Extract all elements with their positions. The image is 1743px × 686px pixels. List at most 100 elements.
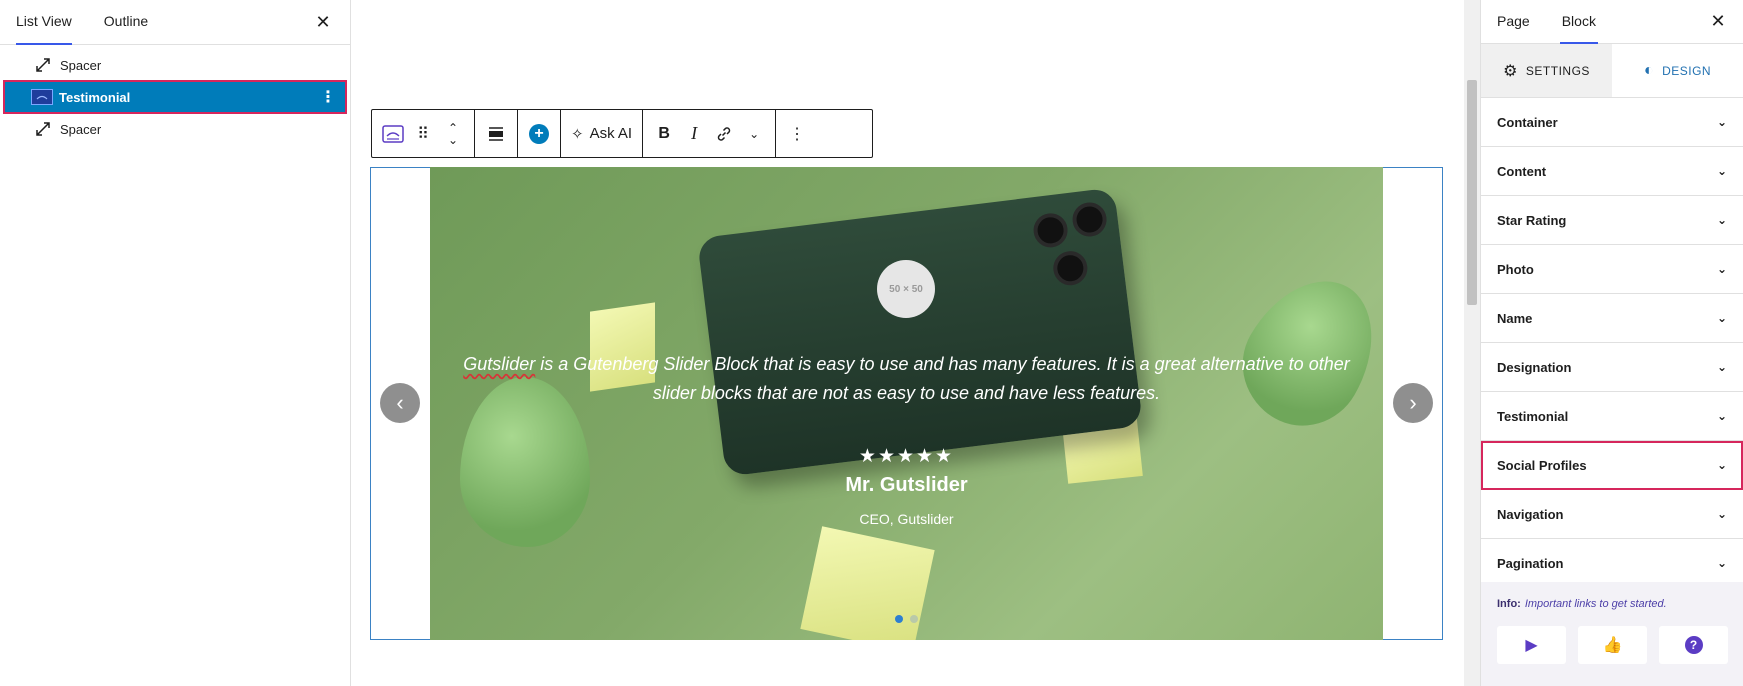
plus-icon: + <box>529 123 549 144</box>
scrollbar-thumb[interactable] <box>1467 80 1477 305</box>
panel-title: Name <box>1497 310 1533 326</box>
slider-pagination <box>430 615 1383 623</box>
tab-list-view[interactable]: List View <box>16 0 72 45</box>
panel-title: Photo <box>1497 261 1534 277</box>
quote-text: is a Gutenberg Slider Block that is easy… <box>535 354 1350 403</box>
more-options-icon[interactable]: ⋮ <box>320 87 336 107</box>
slider-block-icon <box>31 89 53 105</box>
slider-next-button[interactable]: › <box>1393 383 1433 423</box>
chevron-down-icon[interactable]: ⌄ <box>739 116 769 152</box>
panel-title: Container <box>1497 114 1558 130</box>
chevron-down-icon: ⌄ <box>1716 507 1727 521</box>
block-toolbar: ⠿ ⌃ ⌄ + ✧ Ask AI B I ⌄ ⋮ <box>371 109 873 158</box>
chevron-down-icon: ⌄ <box>1716 115 1727 129</box>
testimonial-designation[interactable]: CEO, Gutslider <box>430 511 1383 527</box>
video-tutorial-button[interactable]: ▶ <box>1497 626 1566 664</box>
sidebar-tabs: Page Block ✕ <box>1481 0 1743 44</box>
panel-title: Content <box>1497 163 1547 179</box>
background-decoration <box>1070 200 1109 239</box>
background-decoration <box>1051 249 1090 288</box>
canvas-scrollbar[interactable] <box>1464 0 1480 686</box>
sparkle-icon: ✧ <box>571 125 584 143</box>
panel-title: Star Rating <box>1497 212 1567 228</box>
testimonial-quote[interactable]: Gutslider is a Gutenberg Slider Block th… <box>450 350 1363 408</box>
thumbs-up-icon: 👍 <box>1602 637 1623 654</box>
toolbar-options-group: ⋮ <box>776 110 818 157</box>
panel-social-profiles[interactable]: Social Profiles ⌄ <box>1481 441 1743 490</box>
toolbar-insert-group: + <box>518 110 561 157</box>
tab-outline[interactable]: Outline <box>104 0 148 45</box>
info-box: Info: Important links to get started. ▶ 👍… <box>1481 582 1743 686</box>
help-button[interactable]: ? <box>1659 626 1728 664</box>
panel-name[interactable]: Name ⌄ <box>1481 294 1743 343</box>
list-item-label: Spacer <box>60 121 102 137</box>
background-decoration <box>1031 211 1070 250</box>
gear-icon: ⚙ <box>1503 62 1518 80</box>
move-up-down-icon[interactable]: ⌃ ⌄ <box>438 116 468 152</box>
chevron-down-icon: ⌄ <box>1716 164 1727 178</box>
toolbar-ai-group: ✧ Ask AI <box>561 110 644 157</box>
list-item-testimonial[interactable]: Testimonial ⋮ <box>3 80 347 114</box>
star-rating: ★★★★★ <box>858 446 955 467</box>
pagination-dot[interactable] <box>910 615 918 623</box>
tab-block[interactable]: Block <box>1559 0 1598 44</box>
rate-button[interactable]: 👍 <box>1578 626 1647 664</box>
link-icon[interactable] <box>709 116 739 152</box>
panel-title: Testimonial <box>1497 408 1569 424</box>
contrast-icon: ◐ <box>1643 61 1655 79</box>
resize-arrows-icon <box>34 120 52 138</box>
settings-tab-label: SETTINGS <box>1525 63 1590 78</box>
testimonial-slide: 50 × 50 Gutslider is a Gutenberg Slider … <box>430 167 1383 640</box>
list-item-label: Spacer <box>60 57 102 73</box>
resize-arrows-icon <box>34 56 52 74</box>
panel-testimonial[interactable]: Testimonial ⌄ <box>1481 392 1743 441</box>
italic-button[interactable]: I <box>679 116 709 152</box>
chevron-down-icon: ⌄ <box>1716 262 1727 276</box>
toolbar-format-group: B I ⌄ <box>643 110 777 157</box>
drag-handle-icon[interactable]: ⠿ <box>408 116 438 152</box>
question-icon: ? <box>1684 636 1703 654</box>
add-block-button[interactable]: + <box>524 116 554 152</box>
panel-container[interactable]: Container ⌄ <box>1481 98 1743 147</box>
info-text: Info: Important links to get started. <box>1497 598 1728 610</box>
panel-navigation[interactable]: Navigation ⌄ <box>1481 490 1743 539</box>
toolbar-block-group: ⠿ ⌃ ⌄ <box>372 110 475 157</box>
close-icon[interactable]: ✕ <box>1707 11 1729 32</box>
ask-ai-button[interactable]: ✧ Ask AI <box>567 116 636 152</box>
list-view-panel: List View Outline ✕ Spacer Testimonial ⋮… <box>0 0 351 686</box>
panel-star-rating[interactable]: Star Rating ⌄ <box>1481 196 1743 245</box>
more-options-icon[interactable]: ⋮ <box>782 116 812 152</box>
panel-content[interactable]: Content ⌄ <box>1481 147 1743 196</box>
block-type-icon[interactable] <box>378 116 408 152</box>
panel-designation[interactable]: Designation ⌄ <box>1481 343 1743 392</box>
chevron-down-icon: ⌄ <box>1716 409 1727 423</box>
settings-design-switch: ⚙ SETTINGS ◐ DESIGN <box>1481 44 1743 98</box>
list-view-tabs: List View Outline ✕ <box>0 0 350 45</box>
panel-title: Navigation <box>1497 506 1564 522</box>
chevron-down-icon: ⌄ <box>1716 556 1727 570</box>
tab-page[interactable]: Page <box>1497 0 1530 44</box>
chevron-down-icon: ⌄ <box>1716 213 1727 227</box>
testimonial-name[interactable]: Mr. Gutslider <box>430 474 1383 497</box>
panel-photo[interactable]: Photo ⌄ <box>1481 245 1743 294</box>
chevron-down-icon: ⌄ <box>1716 311 1727 325</box>
design-tab[interactable]: ◐ DESIGN <box>1612 44 1743 97</box>
chevron-down-icon: ⌄ <box>1716 458 1727 472</box>
list-item-spacer[interactable]: Spacer <box>4 49 346 81</box>
close-icon[interactable]: ✕ <box>312 11 334 33</box>
bold-button[interactable]: B <box>649 116 679 152</box>
background-decoration <box>696 187 1144 477</box>
panel-title: Social Profiles <box>1497 457 1587 473</box>
ask-ai-label: Ask AI <box>589 125 633 142</box>
settings-tab[interactable]: ⚙ SETTINGS <box>1481 44 1612 97</box>
list-item-spacer[interactable]: Spacer <box>4 113 346 145</box>
panel-pagination[interactable]: Pagination ⌄ <box>1481 539 1743 588</box>
slider-prev-button[interactable]: ‹ <box>380 383 420 423</box>
info-description: Important links to get started. <box>1524 598 1667 610</box>
info-label: Info: <box>1497 598 1521 610</box>
pagination-dot[interactable] <box>895 615 903 623</box>
panel-title: Designation <box>1497 359 1572 375</box>
testimonial-photo: 50 × 50 <box>877 260 935 318</box>
chevron-down-icon: ⌄ <box>1716 360 1727 374</box>
align-icon[interactable] <box>481 116 511 152</box>
